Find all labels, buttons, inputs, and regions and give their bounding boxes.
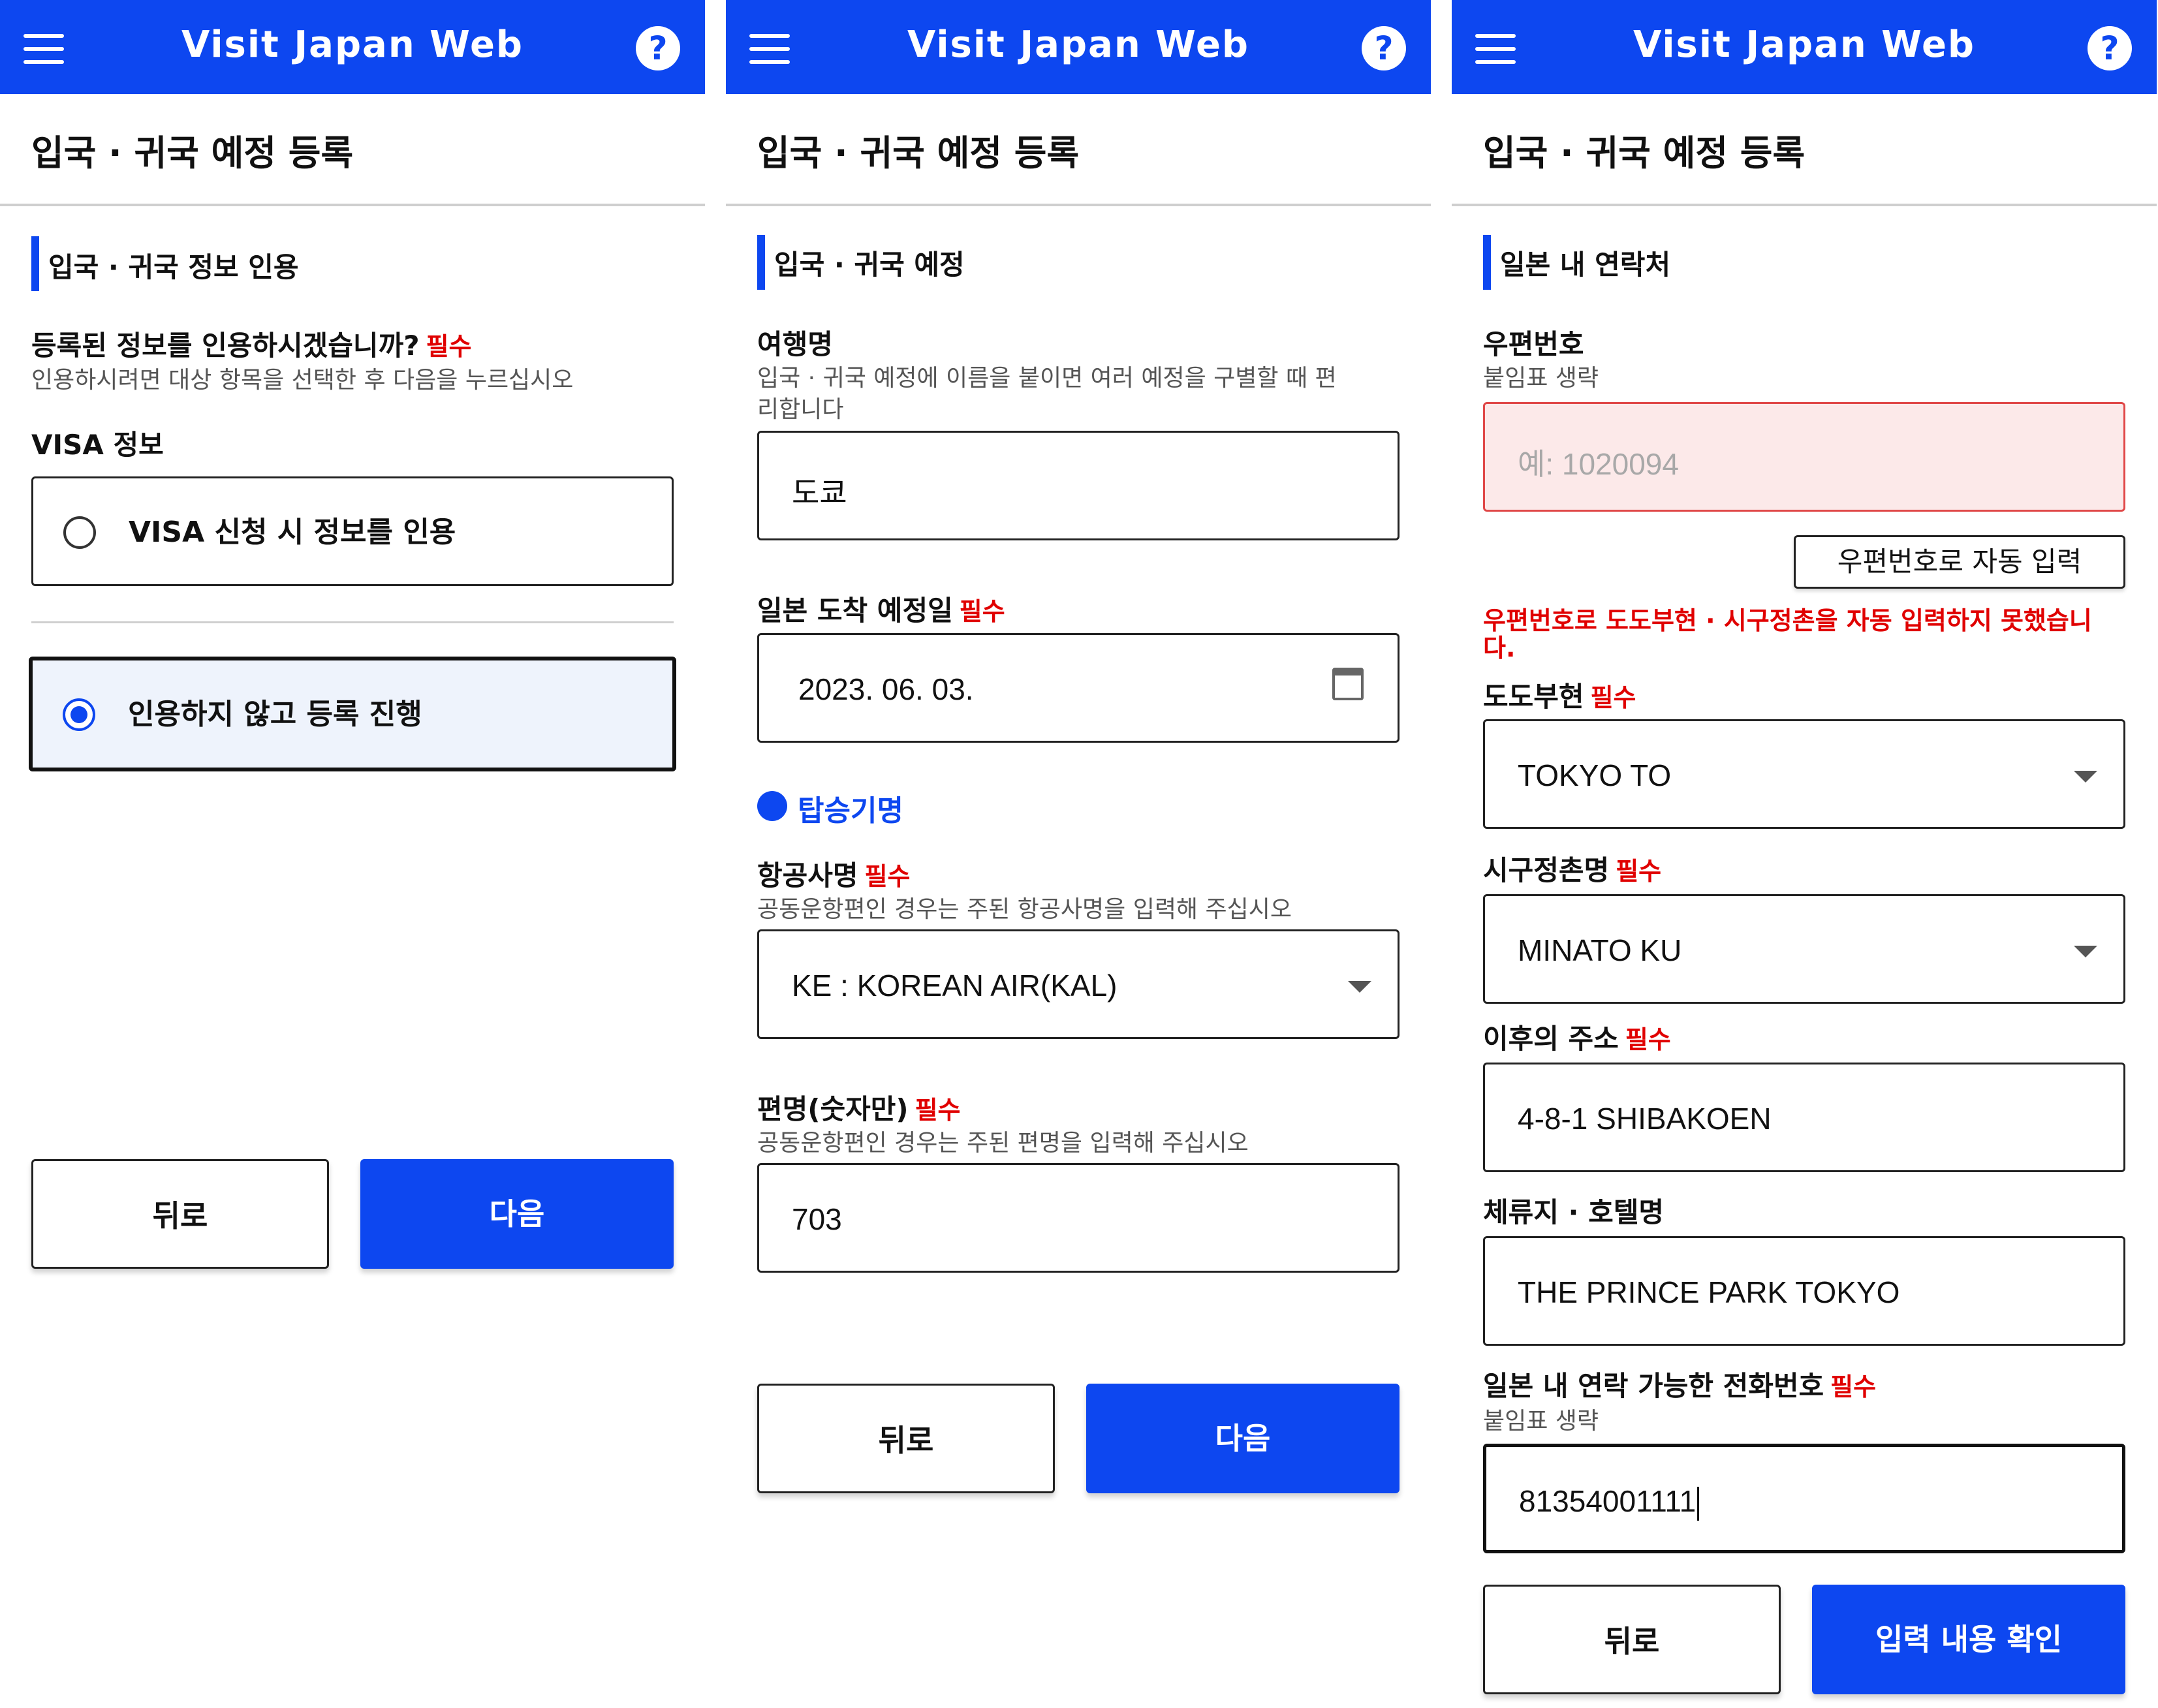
app-title: Visit Japan Web: [181, 23, 524, 66]
radio-label: VISA 신청 시 정보를 인용: [129, 516, 456, 549]
flight-no-input[interactable]: 703: [757, 1163, 1400, 1273]
title-divider: [726, 204, 1431, 206]
city-label: 시구정촌명 필수: [1483, 854, 1662, 886]
trip-name-label: 여행명: [757, 328, 833, 360]
flight-no-label: 편명(숫자만) 필수: [757, 1093, 961, 1125]
flight-no-value: 703: [792, 1202, 842, 1236]
page-title: 입국 · 귀국 예정 등록: [1483, 132, 1806, 174]
chevron-down-icon: [1348, 981, 1371, 993]
phone-label: 일본 내 연락 가능한 전화번호 필수: [1483, 1370, 1877, 1402]
section-marker: [757, 235, 765, 290]
next-button[interactable]: 다음: [360, 1159, 674, 1269]
confirm-input-button[interactable]: 입력 내용 확인: [1812, 1585, 2125, 1694]
chevron-down-icon: [2074, 771, 2097, 783]
radio-button-selected[interactable]: [63, 698, 95, 731]
flight-section-title: 탑승기명: [798, 794, 903, 828]
menu-icon[interactable]: [1475, 34, 1516, 64]
quote-question-hint: 인용하시려면 대상 항목을 선택한 후 다음을 누르십시오: [31, 367, 574, 394]
back-button[interactable]: 뒤로: [1483, 1585, 1781, 1694]
postal-code-hint: 붙임표 생략: [1483, 365, 1599, 392]
required-badge: 필수: [426, 332, 472, 361]
postal-code-label: 우편번호: [1483, 328, 1584, 360]
screen-trip-schedule: Visit Japan Web ? 입국 · 귀국 예정 등록 입국 · 귀국 …: [726, 0, 1431, 1708]
help-icon[interactable]: ?: [1362, 26, 1406, 70]
help-icon[interactable]: ?: [636, 26, 680, 70]
phone-input[interactable]: 81354001111: [1483, 1444, 2125, 1553]
section-marker: [31, 236, 39, 291]
airline-select[interactable]: KE : KOREAN AIR(KAL): [757, 929, 1400, 1039]
required-badge: 필수: [1590, 683, 1636, 712]
hotel-label: 체류지 · 호텔명: [1483, 1196, 1665, 1228]
airline-value: KE : KOREAN AIR(KAL): [792, 969, 1118, 1002]
app-header: Visit Japan Web ?: [0, 0, 705, 94]
airline-hint: 공동운항편인 경우는 주된 항공사명을 입력해 주십시오: [757, 896, 1292, 923]
title-divider: [1452, 204, 2157, 206]
option-divider: [31, 621, 674, 623]
required-badge: 필수: [959, 597, 1005, 626]
prefecture-label: 도도부현 필수: [1483, 681, 1636, 713]
app-header: Visit Japan Web ?: [1452, 0, 2157, 94]
visa-label: VISA 정보: [31, 429, 164, 461]
required-badge: 필수: [864, 862, 911, 891]
section-marker: [1483, 235, 1491, 290]
prefecture-value: TOKYO TO: [1518, 758, 1672, 792]
trip-name-input[interactable]: 도쿄: [757, 431, 1400, 540]
radio-label: 인용하지 않고 등록 진행: [128, 698, 422, 731]
prefecture-select[interactable]: TOKYO TO: [1483, 719, 2125, 829]
hotel-value: THE PRINCE PARK TOKYO: [1518, 1275, 1900, 1309]
title-divider: [0, 204, 705, 206]
app-title: Visit Japan Web: [1633, 23, 1976, 66]
calendar-icon[interactable]: [1332, 668, 1364, 700]
screen-quote-info: Visit Japan Web ? 입국 · 귀국 예정 등록 입국 · 귀국 …: [0, 0, 705, 1708]
trip-name-value: 도쿄: [792, 476, 847, 510]
menu-icon[interactable]: [23, 34, 64, 64]
back-button[interactable]: 뒤로: [31, 1159, 329, 1269]
required-badge: 필수: [1625, 1025, 1671, 1054]
section-title: 입국 · 귀국 정보 인용: [48, 251, 299, 283]
postal-code-input[interactable]: 예: 1020094: [1483, 402, 2125, 512]
menu-icon[interactable]: [749, 34, 790, 64]
section-title: 입국 · 귀국 예정: [774, 249, 965, 281]
airline-label: 항공사명 필수: [757, 860, 911, 892]
arrival-date-input[interactable]: 2023. 06. 03.: [757, 633, 1400, 743]
app-header: Visit Japan Web ?: [726, 0, 1431, 94]
chevron-down-icon: [2074, 946, 2097, 957]
flight-no-hint: 공동운항편인 경우는 주된 편명을 입력해 주십시오: [757, 1130, 1249, 1157]
arrival-date-value: 2023. 06. 03.: [798, 672, 974, 706]
city-value: MINATO KU: [1518, 933, 1682, 967]
app-title: Visit Japan Web: [907, 23, 1250, 66]
page-title: 입국 · 귀국 예정 등록: [757, 132, 1080, 174]
screen-contact-in-japan: Visit Japan Web ? 입국 · 귀국 예정 등록 일본 내 연락처…: [1452, 0, 2157, 1708]
flight-section-dot: [757, 791, 787, 821]
postal-error-message: 우편번호로 도도부현 · 시구정촌을 자동 입력하지 못했습니: [1483, 606, 2092, 635]
postal-code-placeholder: 예: 1020094: [1518, 447, 1679, 481]
phone-value: 81354001111: [1519, 1483, 1700, 1521]
trip-name-hint: 입국 · 귀국 예정에 이름을 붙이면 여러 예정을 구별할 때 편: [757, 365, 1337, 392]
trip-name-hint-cont: 리합니다: [757, 396, 844, 423]
quote-question-label: 등록된 정보를 인용하시겠습니까? 필수: [31, 330, 472, 362]
page-title: 입국 · 귀국 예정 등록: [31, 132, 354, 174]
required-badge: 필수: [915, 1096, 961, 1125]
hotel-input[interactable]: THE PRINCE PARK TOKYO: [1483, 1236, 2125, 1346]
required-badge: 필수: [1830, 1373, 1877, 1401]
address-label: 이후의 주소 필수: [1483, 1023, 1671, 1055]
required-badge: 필수: [1616, 857, 1662, 886]
postal-error-message-cont: 다.: [1483, 634, 1516, 662]
postal-autofill-button[interactable]: 우편번호로 자동 입력: [1794, 535, 2125, 589]
section-title: 일본 내 연락처: [1500, 249, 1671, 281]
help-icon[interactable]: ?: [2088, 26, 2132, 70]
address-value: 4-8-1 SHIBAKOEN: [1518, 1102, 1772, 1136]
arrival-date-label: 일본 도착 예정일 필수: [757, 595, 1005, 627]
address-input[interactable]: 4-8-1 SHIBAKOEN: [1483, 1063, 2125, 1172]
radio-option-no-quote[interactable]: 인용하지 않고 등록 진행: [29, 657, 676, 771]
next-button[interactable]: 다음: [1086, 1384, 1400, 1493]
phone-hint: 붙임표 생략: [1483, 1408, 1599, 1435]
city-select[interactable]: MINATO KU: [1483, 894, 2125, 1004]
radio-option-visa-quote[interactable]: VISA 신청 시 정보를 인용: [31, 476, 674, 586]
back-button[interactable]: 뒤로: [757, 1384, 1055, 1493]
radio-button[interactable]: [63, 516, 96, 549]
